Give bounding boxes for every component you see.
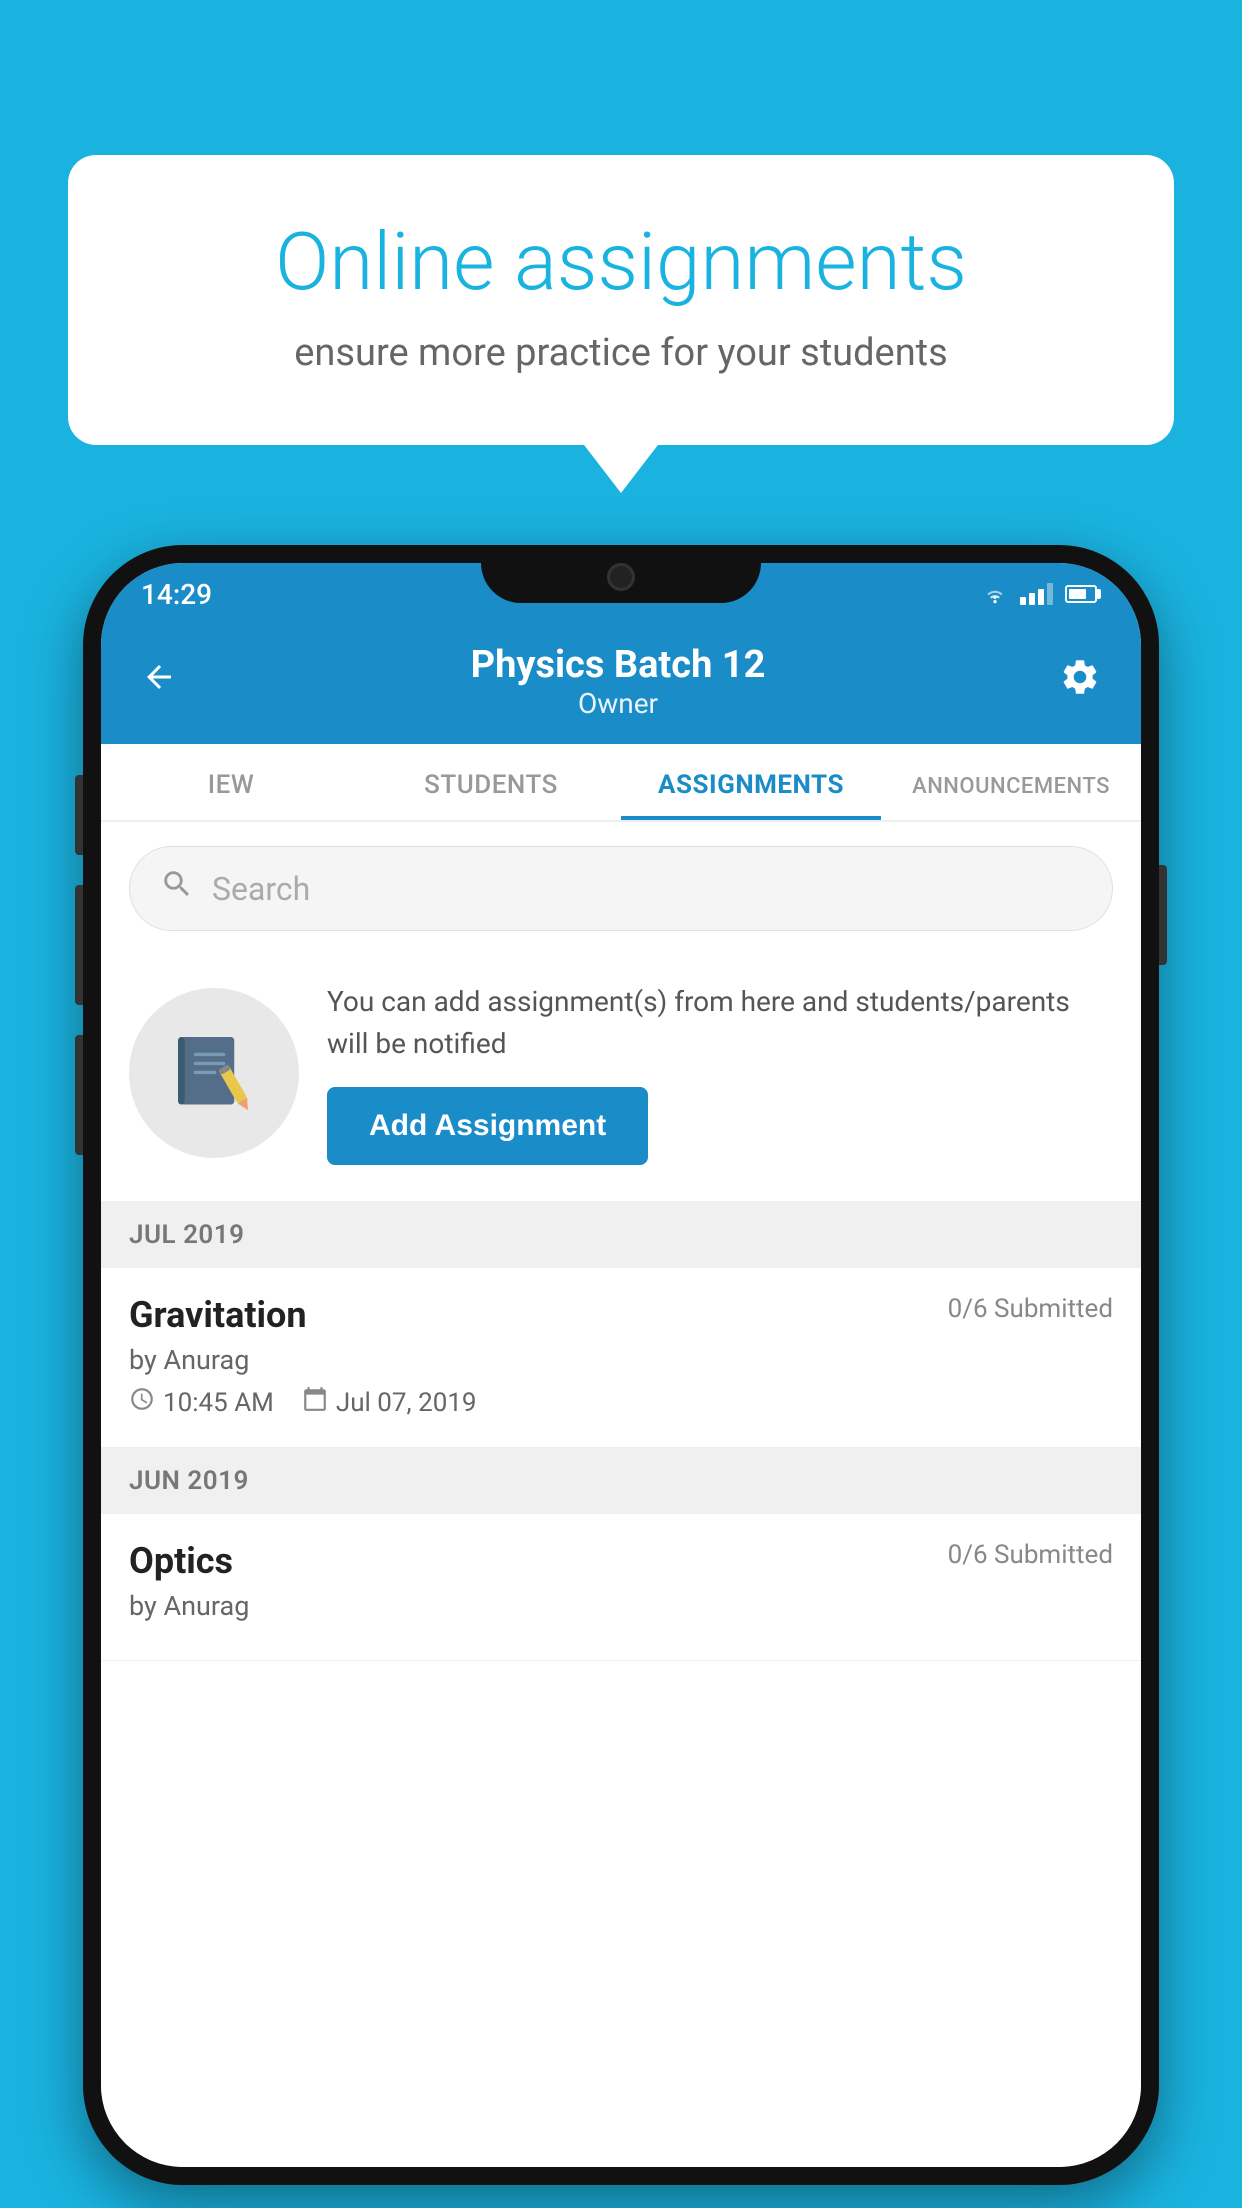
phone-screen: 14:29 [101, 563, 1141, 2167]
tab-announcements[interactable]: ANNOUNCEMENTS [881, 744, 1141, 820]
signal-bar-4 [1047, 583, 1053, 605]
assignment-item-gravitation[interactable]: Gravitation 0/6 Submitted by Anurag 10:4… [101, 1268, 1141, 1448]
speech-bubble-container: Online assignments ensure more practice … [68, 155, 1174, 445]
calendar-icon [302, 1386, 328, 1419]
clock-icon [129, 1386, 155, 1419]
header-title-group: Physics Batch 12 Owner [471, 643, 766, 720]
status-icons [982, 583, 1101, 605]
status-time: 14:29 [141, 578, 212, 611]
assignment-date: Jul 07, 2019 [336, 1388, 477, 1418]
header-subtitle: Owner [471, 687, 766, 720]
promo-icon-circle [129, 988, 299, 1158]
phone-notch [481, 545, 761, 603]
signal-bar-3 [1038, 589, 1044, 605]
notebook-icon [169, 1028, 259, 1118]
phone-camera [607, 563, 635, 591]
tab-students[interactable]: STUDENTS [361, 744, 621, 820]
tab-iew[interactable]: IEW [101, 744, 361, 820]
tabs-bar: IEW STUDENTS ASSIGNMENTS ANNOUNCEMENTS [101, 744, 1141, 822]
signal-bar-1 [1020, 597, 1026, 605]
assignment-item-optics[interactable]: Optics 0/6 Submitted by Anurag [101, 1514, 1141, 1661]
search-icon [160, 867, 194, 910]
settings-button[interactable] [1059, 656, 1101, 708]
phone-volume-down-button [75, 1035, 83, 1155]
assignment-time-meta: 10:45 AM [129, 1386, 274, 1419]
phone-volume-up-button [75, 885, 83, 1005]
assignment-author-optics: by Anurag [129, 1590, 1113, 1622]
promo-text: You can add assignment(s) from here and … [327, 981, 1113, 1065]
speech-bubble-title: Online assignments [148, 215, 1094, 309]
speech-bubble-subtitle: ensure more practice for your students [148, 331, 1094, 375]
promo-right: You can add assignment(s) from here and … [327, 981, 1113, 1165]
section-header-jun: JUN 2019 [101, 1448, 1141, 1514]
assignment-time: 10:45 AM [163, 1388, 274, 1418]
assignment-meta: 10:45 AM Jul 07, 2019 [129, 1386, 1113, 1419]
battery-icon [1065, 585, 1101, 603]
phone-power-button [1159, 865, 1167, 965]
assignment-row: Gravitation 0/6 Submitted [129, 1294, 1113, 1336]
assignment-author: by Anurag [129, 1344, 1113, 1376]
screen-content: Search [101, 822, 1141, 2167]
tab-assignments[interactable]: ASSIGNMENTS [621, 744, 881, 820]
add-assignment-button[interactable]: Add Assignment [327, 1087, 648, 1165]
speech-bubble: Online assignments ensure more practice … [68, 155, 1174, 445]
assignment-name: Gravitation [129, 1294, 307, 1336]
assignment-date-meta: Jul 07, 2019 [302, 1386, 477, 1419]
battery-fill [1069, 589, 1086, 599]
add-assignment-promo: You can add assignment(s) from here and … [101, 951, 1141, 1202]
header-title: Physics Batch 12 [471, 643, 766, 687]
signal-icon [1020, 583, 1053, 605]
search-placeholder: Search [212, 870, 310, 908]
section-header-jul: JUL 2019 [101, 1202, 1141, 1268]
battery-body [1065, 585, 1097, 603]
signal-bar-2 [1029, 593, 1035, 605]
assignment-submitted: 0/6 Submitted [948, 1294, 1113, 1324]
wifi-icon [982, 583, 1008, 605]
battery-tip [1097, 589, 1101, 599]
assignment-submitted-optics: 0/6 Submitted [948, 1540, 1113, 1570]
assignment-row-optics: Optics 0/6 Submitted [129, 1540, 1113, 1582]
app-header: Physics Batch 12 Owner [101, 625, 1141, 744]
phone-silent-button [75, 775, 83, 855]
assignment-name-optics: Optics [129, 1540, 233, 1582]
back-button[interactable] [141, 657, 177, 706]
search-bar[interactable]: Search [129, 846, 1113, 931]
phone-frame: 14:29 [83, 545, 1159, 2185]
